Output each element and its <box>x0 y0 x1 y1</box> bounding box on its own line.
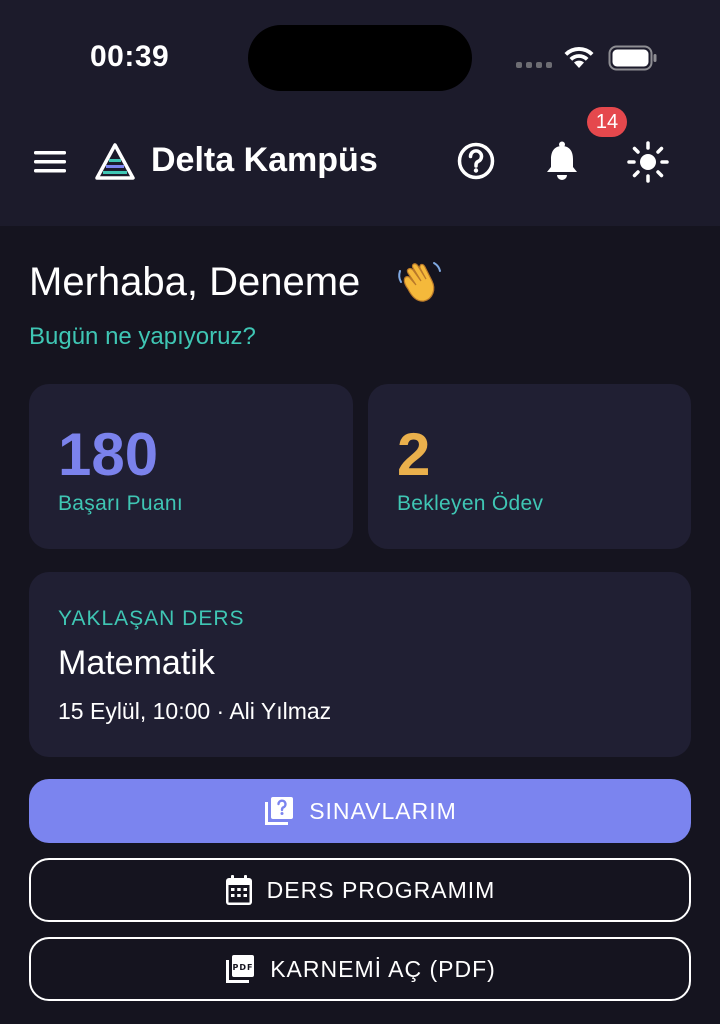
score-card: 180 Başarı Puanı <box>29 384 353 549</box>
greeting-subtitle: Bugün ne yapıyoruz? <box>29 323 256 350</box>
greeting-title: Merhaba, Deneme <box>29 260 361 304</box>
pending-homework-card: 2 Bekleyen Ödev <box>368 384 691 549</box>
pdf-icon: PDF <box>224 953 256 985</box>
upcoming-lesson-card: YAKLAŞAN DERS Matematik 15 Eylül, 10:00 … <box>29 572 691 757</box>
help-icon[interactable] <box>456 140 496 182</box>
lesson-meta: 15 Eylül, 10:00 · Ali Yılmaz <box>58 698 332 724</box>
exams-button-label: SINAVLARIM <box>309 797 457 824</box>
status-time: 00:39 <box>90 40 170 73</box>
app-header: 00:39 Delta Kampüs 14 <box>0 0 720 226</box>
exams-button[interactable]: SINAVLARIM <box>29 779 691 843</box>
lesson-name: Matematik <box>58 644 215 682</box>
score-label: Başarı Puanı <box>58 492 184 515</box>
upcoming-lesson-tag: YAKLAŞAN DERS <box>58 607 245 630</box>
report-button-label: KARNEMİ AÇ (PDF) <box>270 955 496 982</box>
battery-icon <box>608 45 657 71</box>
app-title: Delta Kampüs <box>151 141 378 179</box>
score-value: 180 <box>58 421 159 488</box>
notification-badge: 14 <box>587 107 627 137</box>
bell-icon[interactable] <box>544 140 580 182</box>
svg-text:PDF: PDF <box>233 963 254 972</box>
report-card-pdf-button[interactable]: PDF KARNEMİ AÇ (PDF) <box>29 937 691 1001</box>
schedule-button[interactable]: DERS PROGRAMIM <box>29 858 691 922</box>
calendar-icon <box>225 874 253 906</box>
pending-homework-label: Bekleyen Ödev <box>397 492 544 515</box>
wifi-icon <box>564 46 594 68</box>
sun-icon[interactable] <box>626 140 670 184</box>
pending-homework-value: 2 <box>397 421 431 488</box>
waving-hand-icon <box>398 262 441 302</box>
menu-icon[interactable] <box>32 146 68 178</box>
quiz-icon <box>263 795 295 827</box>
schedule-button-label: DERS PROGRAMIM <box>266 876 496 903</box>
cellular-signal-icon <box>516 62 552 68</box>
logo-icon <box>95 143 135 180</box>
dynamic-island <box>248 25 472 91</box>
